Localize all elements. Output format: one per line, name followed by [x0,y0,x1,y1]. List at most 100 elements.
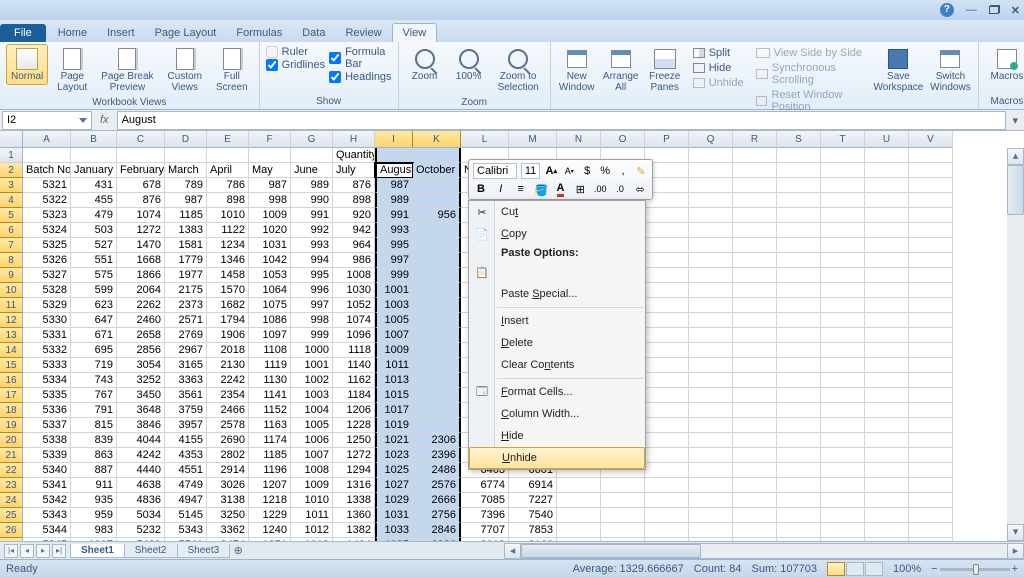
cell[interactable] [733,388,777,403]
accounting-format-button[interactable]: $ [580,163,594,179]
cell[interactable]: 991 [375,208,413,223]
cell[interactable] [733,373,777,388]
cell[interactable] [909,208,953,223]
sheet-tab-3[interactable]: Sheet3 [177,544,231,558]
col-header-L[interactable]: L [461,131,509,148]
row-header-15[interactable]: 15 [0,358,23,373]
row-header-3[interactable]: 3 [0,178,23,193]
cell[interactable]: 1977 [165,268,207,283]
cell[interactable]: 989 [375,193,413,208]
cell[interactable]: 1009 [375,343,413,358]
menu-paste-special[interactable]: Paste Special... [469,283,645,305]
cell[interactable] [733,238,777,253]
cell[interactable]: 1025 [375,463,413,478]
headings-checkbox[interactable]: Headings [329,71,391,83]
cell[interactable] [733,463,777,478]
cell[interactable]: 839 [71,433,117,448]
zoom-100-button[interactable]: 100% [449,44,489,85]
merge-center-button[interactable]: ⬄ [632,181,648,197]
cell[interactable]: 4638 [117,478,165,493]
cell[interactable] [689,253,733,268]
cell[interactable]: 1207 [249,478,291,493]
cell[interactable]: 455 [71,193,117,208]
col-header-M[interactable]: M [509,131,557,148]
cell[interactable] [645,283,689,298]
cell[interactable] [689,493,733,508]
cell[interactable]: 995 [375,238,413,253]
menu-unhide[interactable]: Unhide [469,447,645,469]
cell[interactable] [821,418,865,433]
split-button[interactable]: Split [689,46,748,60]
cell[interactable] [645,313,689,328]
cell[interactable]: 4749 [165,478,207,493]
cell[interactable] [777,448,821,463]
menu-delete[interactable]: Delete [469,332,645,354]
cell[interactable] [777,343,821,358]
cell[interactable]: 1009 [249,208,291,223]
cell[interactable] [821,253,865,268]
cell[interactable] [777,328,821,343]
row-header-11[interactable]: 11 [0,298,23,313]
cell[interactable]: 2856 [117,343,165,358]
cell[interactable]: 4044 [117,433,165,448]
cell[interactable] [909,313,953,328]
col-header-F[interactable]: F [249,131,291,148]
cell[interactable]: 1294 [333,463,375,478]
cell[interactable] [689,433,733,448]
cell[interactable] [821,358,865,373]
cell[interactable] [865,403,909,418]
cell[interactable] [777,283,821,298]
cell[interactable]: 1000 [291,343,333,358]
cell[interactable]: 647 [71,313,117,328]
cell[interactable] [821,328,865,343]
cell[interactable] [865,148,909,163]
cell[interactable]: 2064 [117,283,165,298]
cell[interactable] [733,193,777,208]
cell[interactable] [865,343,909,358]
cell[interactable] [413,253,461,268]
col-header-G[interactable]: G [291,131,333,148]
cell[interactable] [689,268,733,283]
scroll-left-button[interactable]: ◂ [505,544,521,558]
cell[interactable]: 1012 [291,523,333,538]
cell[interactable]: 1029 [375,493,413,508]
cell[interactable] [165,148,207,163]
name-box[interactable]: I2 [2,111,92,130]
cell[interactable]: 1006 [291,433,333,448]
cell[interactable] [777,253,821,268]
center-button[interactable]: ≡ [513,181,529,197]
tab-view[interactable]: View [392,23,438,42]
cell[interactable] [777,193,821,208]
tab-file[interactable]: File [0,24,46,42]
percent-format-button[interactable]: % [598,163,612,179]
col-header-N[interactable]: N [557,131,601,148]
cell[interactable]: 1020 [249,223,291,238]
italic-button[interactable]: I [493,181,509,197]
cell[interactable]: 1140 [333,358,375,373]
cell[interactable]: 1011 [375,358,413,373]
cell[interactable]: 993 [375,223,413,238]
cell[interactable]: 898 [333,193,375,208]
cell[interactable]: 1152 [249,403,291,418]
cell[interactable] [865,493,909,508]
cell[interactable] [645,388,689,403]
cell[interactable] [689,448,733,463]
tab-data[interactable]: Data [292,24,335,42]
cell[interactable]: 5325 [23,238,71,253]
cell[interactable]: 1052 [333,298,375,313]
comma-format-button[interactable]: , [616,163,630,179]
cell[interactable]: 986 [333,253,375,268]
cell[interactable]: 1027 [375,478,413,493]
cell[interactable]: 935 [71,493,117,508]
cell[interactable]: 1001 [375,283,413,298]
cell[interactable]: 995 [291,268,333,283]
cell[interactable] [645,418,689,433]
cell[interactable]: 2658 [117,328,165,343]
col-header-C[interactable]: C [117,131,165,148]
cell[interactable] [909,493,953,508]
cell[interactable] [821,403,865,418]
cell[interactable]: 5321 [23,178,71,193]
cell[interactable]: 815 [71,418,117,433]
cell[interactable]: 2354 [207,388,249,403]
cell[interactable] [733,283,777,298]
